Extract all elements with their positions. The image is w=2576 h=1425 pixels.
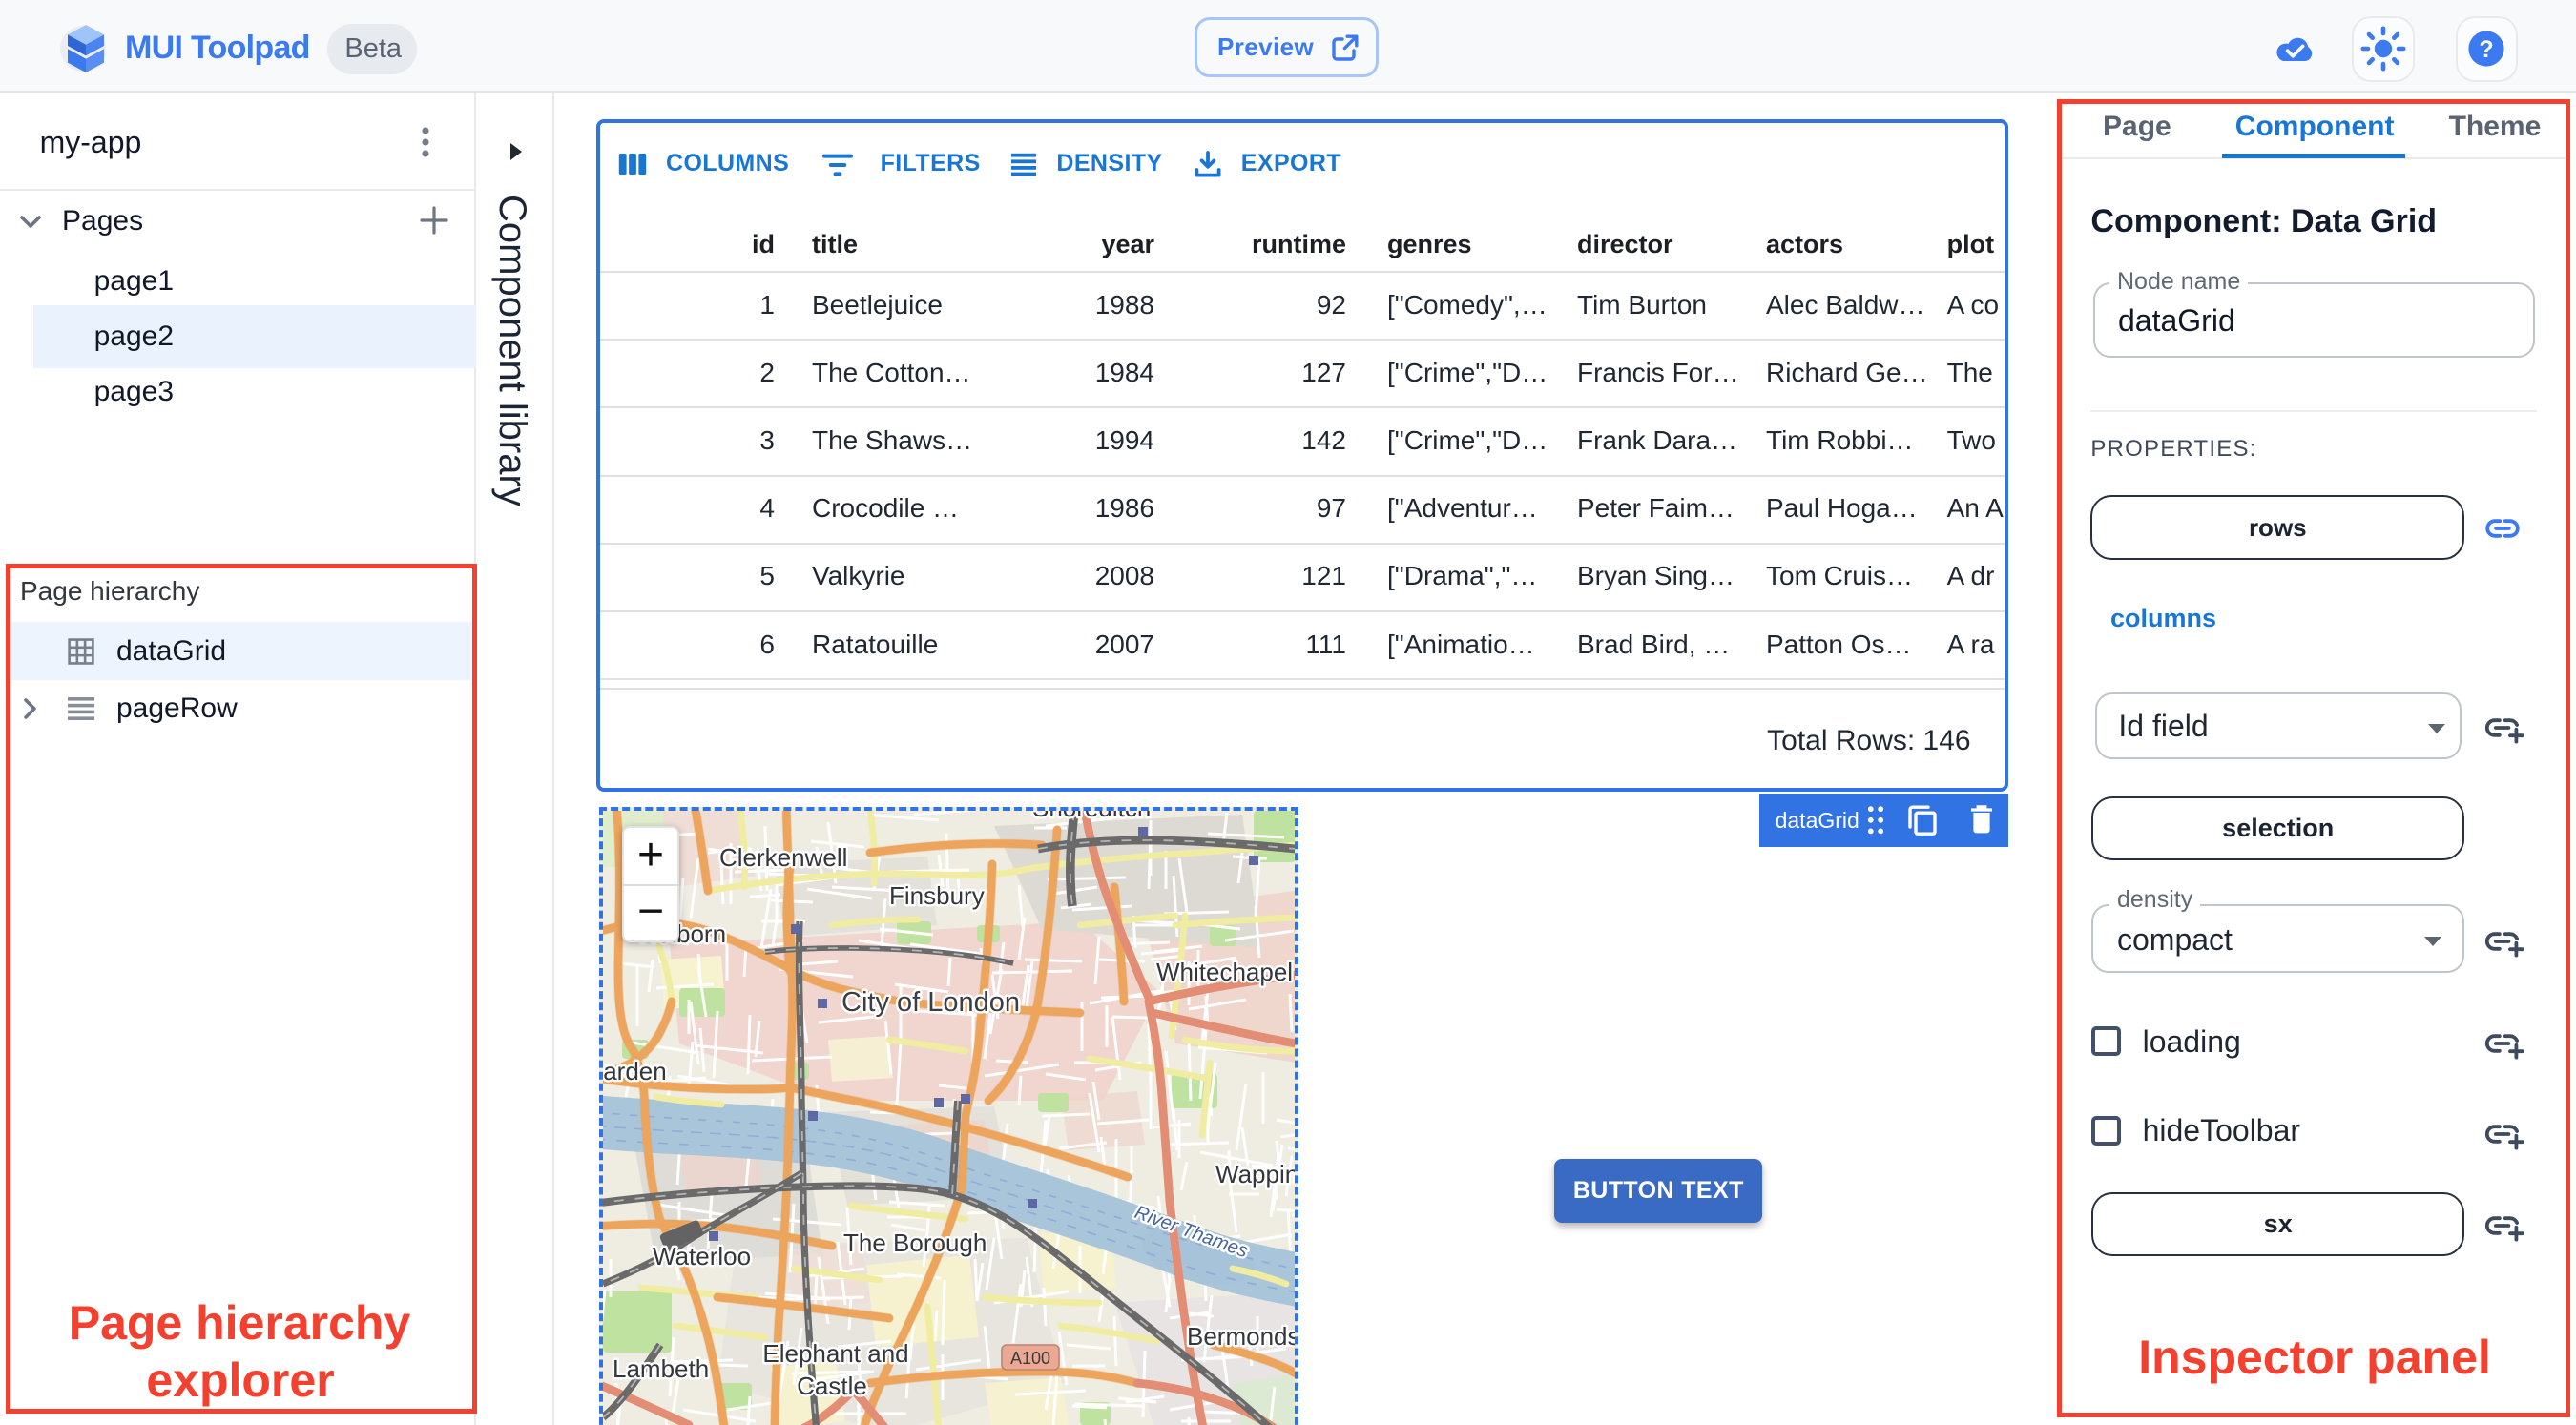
svg-text:Castle: Castle [797, 1372, 867, 1400]
svg-text:Bermondsey: Bermondsey [1187, 1322, 1296, 1351]
svg-text:Garden: Garden [603, 1057, 667, 1085]
svg-text:Finsbury: Finsbury [889, 881, 985, 910]
svg-text:Wapping: Wapping [1215, 1160, 1296, 1188]
svg-text:A100: A100 [1010, 1349, 1050, 1368]
svg-text:Shoreditch: Shoreditch [1032, 811, 1151, 822]
svg-text:Elephant and: Elephant and [762, 1339, 908, 1368]
svg-text:Whitechapel: Whitechapel [1156, 958, 1293, 986]
svg-text:City of London: City of London [841, 987, 1020, 1018]
svg-text:?: ? [2480, 36, 2494, 63]
svg-text:The Borough: The Borough [843, 1229, 987, 1257]
svg-text:Lambeth: Lambeth [613, 1354, 709, 1383]
svg-text:Clerkenwell: Clerkenwell [719, 843, 847, 872]
svg-text:Waterloo: Waterloo [653, 1242, 751, 1270]
